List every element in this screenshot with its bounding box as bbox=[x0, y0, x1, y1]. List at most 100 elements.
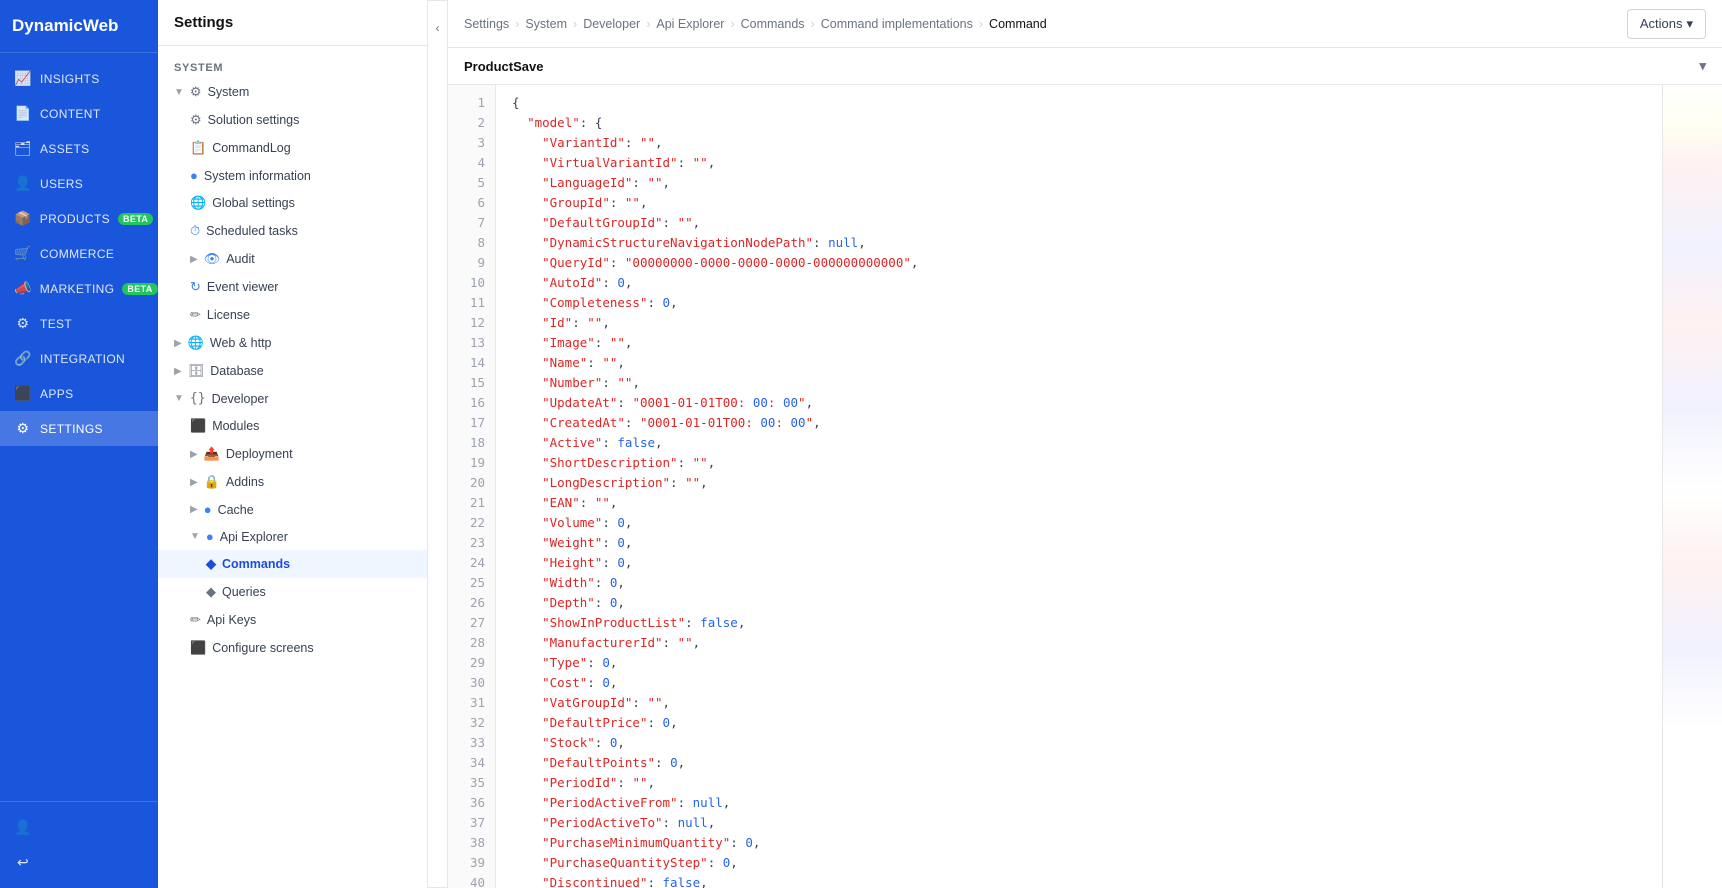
tree-item-deployment[interactable]: ▶ 📤 Deployment bbox=[158, 440, 427, 468]
modules-icon: ⬛ bbox=[190, 418, 206, 434]
breadcrumb-developer[interactable]: Developer bbox=[583, 17, 640, 31]
line-number: 16 bbox=[448, 393, 495, 413]
code-collapse-icon[interactable]: ▾ bbox=[1699, 58, 1706, 74]
settings-tree: System ▼ ⚙ System ⚙ Solution settings 📋 … bbox=[158, 46, 427, 888]
line-number: 4 bbox=[448, 153, 495, 173]
actions-label: Actions bbox=[1640, 16, 1683, 31]
tree-item-audit[interactable]: ▶ 👁 Audit bbox=[158, 245, 427, 273]
tree-item-label: Queries bbox=[222, 585, 266, 599]
code-line: "LanguageId": "", bbox=[512, 173, 1662, 193]
sidebar-item-content[interactable]: 📄 CONTENT bbox=[0, 96, 158, 131]
marketing-icon: 📣 bbox=[14, 280, 32, 297]
tree-item-web-http[interactable]: ▶ 🌐 Web & http bbox=[158, 329, 427, 357]
line-number: 6 bbox=[448, 193, 495, 213]
sidebar-item-label: ASSETS bbox=[40, 142, 90, 156]
code-line: "Width": 0, bbox=[512, 573, 1662, 593]
code-line: "PeriodActiveTo": null, bbox=[512, 813, 1662, 833]
breadcrumb-command-implementations[interactable]: Command implementations bbox=[821, 17, 973, 31]
settings-collapse-button[interactable]: ‹ bbox=[428, 0, 448, 888]
tree-item-label: Addins bbox=[226, 475, 264, 489]
tree-item-global-settings[interactable]: 🌐 Global settings bbox=[158, 189, 427, 217]
line-number: 3 bbox=[448, 133, 495, 153]
tree-item-commandlog[interactable]: 📋 CommandLog bbox=[158, 134, 427, 162]
web-http-icon: 🌐 bbox=[188, 335, 204, 351]
settings-panel: Settings System ▼ ⚙ System ⚙ Solution se… bbox=[158, 0, 428, 888]
code-line: "PeriodActiveFrom": null, bbox=[512, 793, 1662, 813]
test-icon: ⚙ bbox=[14, 315, 32, 332]
tree-item-cache[interactable]: ▶ ● Cache bbox=[158, 496, 427, 523]
code-title-bar: ProductSave ▾ bbox=[448, 48, 1722, 85]
sidebar-bottom: 👤 ↩ bbox=[0, 801, 158, 888]
api-keys-icon: ✏ bbox=[190, 612, 201, 628]
line-number: 24 bbox=[448, 553, 495, 573]
line-number: 20 bbox=[448, 473, 495, 493]
sidebar-item-commerce[interactable]: 🛒 COMMERCE bbox=[0, 236, 158, 271]
sidebar-item-insights[interactable]: 📈 INSIGHTS bbox=[0, 61, 158, 96]
sidebar-item-test[interactable]: ⚙ TEST bbox=[0, 306, 158, 341]
tree-item-event-viewer[interactable]: ↻ Event viewer bbox=[158, 273, 427, 301]
code-line: "Id": "", bbox=[512, 313, 1662, 333]
chevron-right-icon: ▶ bbox=[190, 477, 198, 488]
code-line: "DefaultGroupId": "", bbox=[512, 213, 1662, 233]
integration-icon: 🔗 bbox=[14, 350, 32, 367]
line-number: 21 bbox=[448, 493, 495, 513]
sidebar-item-marketing[interactable]: 📣 MARKETING BETA bbox=[0, 271, 158, 306]
code-line: "Completeness": 0, bbox=[512, 293, 1662, 313]
tree-item-developer[interactable]: ▼ {} Developer bbox=[158, 385, 427, 412]
code-line: "PurchaseQuantityStep": 0, bbox=[512, 853, 1662, 873]
chevron-down-icon: ▼ bbox=[174, 87, 184, 98]
tree-item-system-information[interactable]: ● System information bbox=[158, 162, 427, 189]
tree-item-license[interactable]: ✏ License bbox=[158, 301, 427, 329]
tree-item-system[interactable]: ▼ ⚙ System bbox=[158, 78, 427, 106]
sidebar-item-assets[interactable]: 🗂 ASSETS bbox=[0, 131, 158, 166]
tree-item-scheduled-tasks[interactable]: ⏱ Scheduled tasks bbox=[158, 217, 427, 245]
sidebar-item-user[interactable]: 👤 bbox=[0, 810, 158, 845]
chevron-right-icon: ▶ bbox=[190, 449, 198, 460]
tree-item-label: License bbox=[207, 308, 250, 322]
tree-item-api-keys[interactable]: ✏ Api Keys bbox=[158, 606, 427, 634]
code-content[interactable]: 1234567891011121314151617181920212223242… bbox=[448, 85, 1722, 888]
line-number: 29 bbox=[448, 653, 495, 673]
products-badge: BETA bbox=[118, 213, 153, 225]
sidebar-item-settings[interactable]: ⚙ SETTINGS bbox=[0, 411, 158, 446]
chevron-right-icon: ▶ bbox=[174, 366, 182, 377]
sidebar-item-products[interactable]: 📦 PRODUCTS BETA bbox=[0, 201, 158, 236]
content-area: Settings › System › Developer › Api Expl… bbox=[448, 0, 1722, 888]
line-number: 23 bbox=[448, 533, 495, 553]
tree-item-label: System bbox=[208, 85, 250, 99]
breadcrumb-system[interactable]: System bbox=[525, 17, 567, 31]
tree-item-queries[interactable]: ◆ Queries bbox=[158, 578, 427, 606]
chevron-down-icon: ▼ bbox=[174, 393, 184, 404]
api-explorer-icon: ● bbox=[206, 529, 214, 544]
tree-item-api-explorer[interactable]: ▼ ● Api Explorer bbox=[158, 523, 427, 550]
code-line: "Cost": 0, bbox=[512, 673, 1662, 693]
tree-item-addins[interactable]: ▶ 🔒 Addins bbox=[158, 468, 427, 496]
line-number: 32 bbox=[448, 713, 495, 733]
breadcrumb-sep-4: › bbox=[730, 17, 734, 31]
tree-item-commands[interactable]: ◆ Commands bbox=[158, 550, 427, 578]
code-line: "Stock": 0, bbox=[512, 733, 1662, 753]
tree-item-database[interactable]: ▶ 🗄 Database bbox=[158, 357, 427, 385]
breadcrumb-current: Command bbox=[989, 17, 1047, 31]
tree-item-label: Audit bbox=[226, 252, 255, 266]
line-number: 19 bbox=[448, 453, 495, 473]
breadcrumb-settings[interactable]: Settings bbox=[464, 17, 509, 31]
tree-item-modules[interactable]: ⬛ Modules bbox=[158, 412, 427, 440]
line-number: 26 bbox=[448, 593, 495, 613]
sidebar-item-apps[interactable]: ⬛ APPS bbox=[0, 376, 158, 411]
breadcrumb-api-explorer[interactable]: Api Explorer bbox=[656, 17, 724, 31]
tree-item-configure-screens[interactable]: ⬛ Configure screens bbox=[158, 634, 427, 662]
cache-icon: ● bbox=[204, 502, 212, 517]
line-number: 1 bbox=[448, 93, 495, 113]
sidebar-item-logout[interactable]: ↩ bbox=[0, 845, 158, 880]
tree-item-label: Event viewer bbox=[207, 280, 279, 294]
sidebar: DynamicWeb 📈 INSIGHTS 📄 CONTENT 🗂 ASSETS… bbox=[0, 0, 158, 888]
tree-item-solution-settings[interactable]: ⚙ Solution settings bbox=[158, 106, 427, 134]
code-line: "VariantId": "", bbox=[512, 133, 1662, 153]
sidebar-item-label: PRODUCTS bbox=[40, 212, 110, 226]
tree-item-label: System information bbox=[204, 169, 311, 183]
breadcrumb-commands[interactable]: Commands bbox=[741, 17, 805, 31]
sidebar-item-integration[interactable]: 🔗 INTEGRATION bbox=[0, 341, 158, 376]
actions-button[interactable]: Actions ▾ bbox=[1627, 9, 1706, 39]
sidebar-item-users[interactable]: 👤 USERS bbox=[0, 166, 158, 201]
